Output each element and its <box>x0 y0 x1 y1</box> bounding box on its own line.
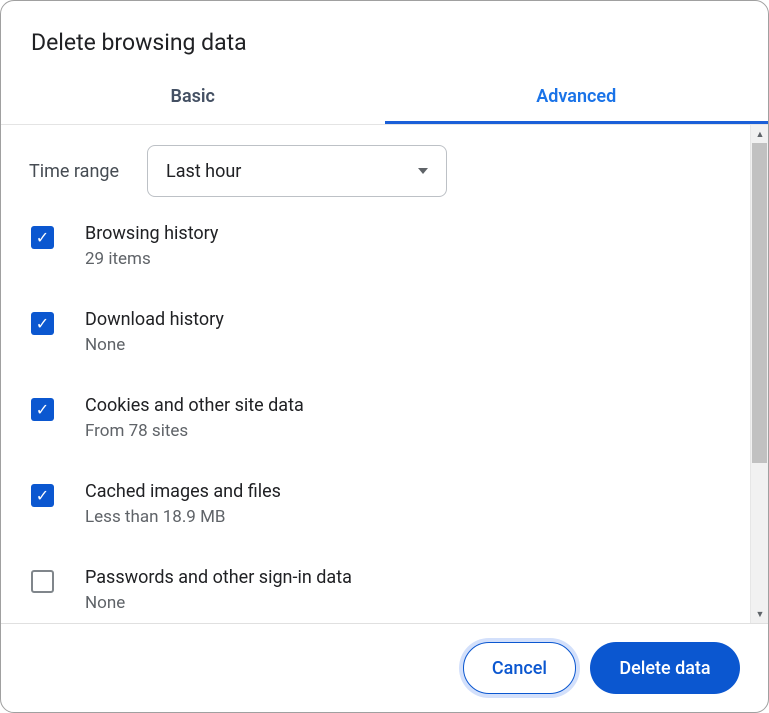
option-subtitle: None <box>85 593 352 613</box>
content-wrapper: Time range Last hour ✓ Browsing history … <box>1 125 768 623</box>
option-text: Download history None <box>85 309 224 355</box>
scroll-up-icon[interactable]: ▲ <box>751 125 768 143</box>
option-title: Download history <box>85 309 224 330</box>
dialog-footer: Cancel Delete data <box>1 623 768 712</box>
cancel-button[interactable]: Cancel <box>463 642 576 694</box>
tab-bar: Basic Advanced <box>1 74 768 125</box>
option-title: Cached images and files <box>85 481 281 502</box>
delete-data-button[interactable]: Delete data <box>590 642 740 694</box>
dialog-title: Delete browsing data <box>1 1 768 74</box>
time-range-row: Time range Last hour <box>29 145 722 197</box>
option-subtitle: 29 items <box>85 249 218 269</box>
option-title: Cookies and other site data <box>85 395 304 416</box>
time-range-value: Last hour <box>166 161 241 182</box>
check-icon: ✓ <box>36 230 49 246</box>
content-area: Time range Last hour ✓ Browsing history … <box>1 125 750 623</box>
option-text: Browsing history 29 items <box>85 223 218 269</box>
option-download-history: ✓ Download history None <box>29 309 722 355</box>
chevron-down-icon <box>418 168 428 174</box>
option-text: Passwords and other sign-in data None <box>85 567 352 613</box>
option-cache: ✓ Cached images and files Less than 18.9… <box>29 481 722 527</box>
option-subtitle: None <box>85 335 224 355</box>
time-range-label: Time range <box>29 161 147 182</box>
delete-browsing-data-dialog: Delete browsing data Basic Advanced Time… <box>0 0 769 713</box>
checkbox-download-history[interactable]: ✓ <box>31 312 54 335</box>
option-passwords: Passwords and other sign-in data None <box>29 567 722 613</box>
check-icon: ✓ <box>36 488 49 504</box>
checkbox-cookies[interactable]: ✓ <box>31 398 54 421</box>
tab-basic[interactable]: Basic <box>1 74 385 124</box>
check-icon: ✓ <box>36 316 49 332</box>
option-subtitle: From 78 sites <box>85 421 304 441</box>
checkbox-passwords[interactable] <box>31 570 54 593</box>
scroll-down-icon[interactable]: ▼ <box>751 605 768 623</box>
option-text: Cookies and other site data From 78 site… <box>85 395 304 441</box>
checkbox-browsing-history[interactable]: ✓ <box>31 226 54 249</box>
scrollbar[interactable]: ▲ ▼ <box>750 125 768 623</box>
option-title: Browsing history <box>85 223 218 244</box>
time-range-select[interactable]: Last hour <box>147 145 447 197</box>
tab-advanced[interactable]: Advanced <box>385 74 769 124</box>
option-subtitle: Less than 18.9 MB <box>85 507 281 527</box>
checkbox-cache[interactable]: ✓ <box>31 484 54 507</box>
option-title: Passwords and other sign-in data <box>85 567 352 588</box>
option-cookies: ✓ Cookies and other site data From 78 si… <box>29 395 722 441</box>
check-icon: ✓ <box>36 402 49 418</box>
scroll-thumb[interactable] <box>752 143 767 463</box>
option-browsing-history: ✓ Browsing history 29 items <box>29 223 722 269</box>
option-text: Cached images and files Less than 18.9 M… <box>85 481 281 527</box>
